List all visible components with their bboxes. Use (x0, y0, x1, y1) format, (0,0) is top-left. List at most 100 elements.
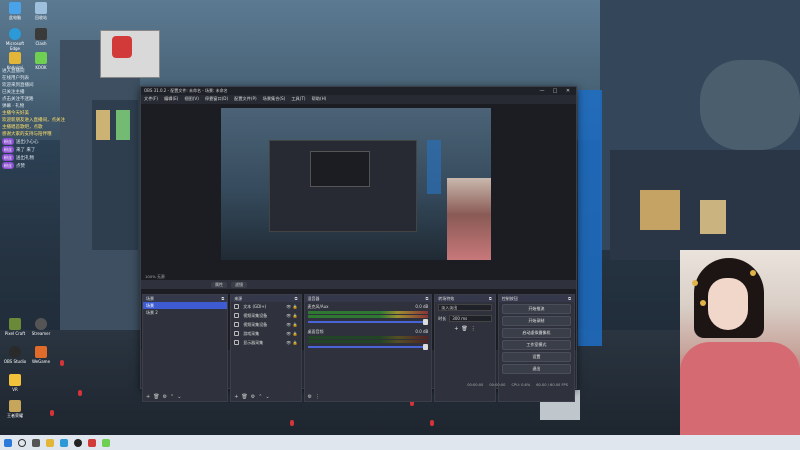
camera-source-icon (234, 313, 240, 318)
chat-line: 主播唱首歌吧，点歌 (2, 124, 88, 131)
settings-button[interactable]: 设置 (501, 352, 571, 362)
start-icon[interactable] (4, 438, 12, 447)
desktop-icon-streamer[interactable]: Streamer (28, 318, 54, 336)
trash-icon[interactable]: 🗑 (153, 394, 159, 400)
desktop-icon-honor-of-kings[interactable]: 王者荣耀 (2, 400, 28, 419)
app-icon[interactable] (102, 438, 110, 447)
app-icon[interactable] (88, 438, 96, 447)
source-label: 文本 (GDI+) (243, 304, 267, 309)
volume-slider[interactable] (307, 319, 429, 325)
scene-item[interactable]: 场景 (143, 302, 228, 309)
dock-undock-icon[interactable]: ⧉ (489, 296, 492, 301)
add-icon[interactable]: + (234, 394, 238, 400)
visibility-lock-icon[interactable]: 👁 🔒 (286, 338, 297, 347)
dock-title: 场景 (146, 295, 154, 301)
channel-header: 麦克风/Aux 0.0 dB (308, 304, 429, 310)
menu-profile[interactable]: 配置文件(P) (234, 96, 257, 102)
properties-button[interactable]: 属性 (211, 281, 227, 288)
visibility-lock-icon[interactable]: 👁 🔒 (286, 311, 297, 320)
fan-badge: 粉丝 (2, 146, 14, 153)
menu-scene-collection[interactable]: 场景集合(S) (263, 96, 286, 102)
obs-preview-area[interactable]: 100% 无源 属性 滤镜 场景 ⧉ 场景 场景 2 + 🗑 ⚙ ⌃ ⌄ 来源 … (141, 104, 576, 402)
source-item[interactable]: 游戏采集 👁 🔒 (231, 329, 300, 338)
desktop-icon-wegame[interactable]: WeGame (28, 346, 54, 364)
file-explorer-icon[interactable] (46, 438, 54, 447)
maximize-button[interactable]: □ (550, 87, 560, 95)
obs-title-bar[interactable]: OBS 31.0.2 - 配置文件: 未命名 - 场景: 未命名 — □ ✕ (141, 87, 576, 95)
duration-input[interactable]: 300 ms (449, 315, 492, 322)
visibility-lock-icon[interactable]: 👁 🔒 (286, 329, 297, 338)
start-recording-button[interactable]: 开始录制 (501, 316, 571, 326)
menu-help[interactable]: 帮助(H) (312, 96, 327, 102)
source-item[interactable]: 视频采集设备 👁 🔒 (231, 311, 300, 320)
desktop-icon-edge[interactable]: Microsoft Edge (2, 28, 28, 51)
trash-icon[interactable]: 🗑 (461, 326, 467, 332)
vr-icon (9, 374, 21, 386)
preview-canvas[interactable] (221, 108, 491, 260)
start-streaming-button[interactable]: 开始推流 (501, 304, 571, 314)
nested-obs-capture (269, 140, 417, 232)
search-icon[interactable] (18, 438, 26, 447)
source-item[interactable]: 视频采集设备 👁 🔒 (231, 320, 300, 329)
volume-slider[interactable] (307, 344, 429, 350)
virtual-camera-button[interactable]: 启动虚拟摄像机 (501, 328, 571, 338)
desktop-icon-recycle-bin[interactable]: 回收站 (28, 2, 54, 21)
mixer-channels: 麦克风/Aux 0.0 dB 桌面音频 0.0 dB (305, 302, 432, 393)
desktop-icon-vr[interactable]: VR (2, 374, 28, 392)
chat-line: 主播今天好美 (2, 110, 88, 117)
minimize-button[interactable]: — (537, 87, 547, 95)
trash-icon[interactable]: 🗑 (241, 394, 247, 400)
visibility-lock-icon[interactable]: 👁 🔒 (286, 320, 297, 329)
move-up-icon[interactable]: ⌃ (170, 394, 174, 400)
add-icon[interactable]: + (454, 326, 458, 332)
transition-select[interactable]: 淡入淡出 (438, 304, 492, 311)
kook-icon (35, 52, 47, 64)
move-down-icon[interactable]: ⌄ (177, 394, 181, 400)
close-button[interactable]: ✕ (563, 87, 573, 95)
obs-icon[interactable] (74, 438, 82, 447)
settings-icon[interactable]: ⚙ (308, 394, 312, 400)
scene-item[interactable]: 场景 2 (143, 309, 227, 316)
chat-text: 主播唱首歌吧，点歌 (2, 125, 43, 130)
gear-icon[interactable]: ⚙ (251, 394, 255, 400)
transition-buttons: + 🗑 ⋮ (435, 324, 494, 334)
desktop-icon-pixel-craft[interactable]: Pixel Craft (2, 318, 28, 336)
wallpaper-lantern (50, 410, 54, 416)
webcam-capture (447, 178, 491, 260)
dock-undock-icon[interactable]: ⧉ (221, 296, 224, 301)
source-item[interactable]: 文本 (GDI+) 👁 🔒 (231, 302, 300, 311)
desktop-icon-label: Pixel Craft (4, 331, 26, 336)
more-icon[interactable]: ⋮ (471, 326, 476, 332)
desktop-icon-clash[interactable]: Clash (28, 28, 54, 46)
menu-docks[interactable]: 停靠窗口(D) (205, 96, 228, 102)
sources-footer: + 🗑 ⚙ ⌃ ⌄ (231, 393, 300, 401)
edge-browser-icon[interactable] (60, 438, 68, 447)
desktop-icon-label: Streamer (31, 331, 51, 336)
menu-view[interactable]: 视图(V) (184, 96, 199, 102)
dock-undock-icon[interactable]: ⧉ (425, 296, 428, 301)
wallpaper-lantern (60, 360, 64, 366)
desktop-icon-obs-studio[interactable]: OBS Studio (2, 346, 28, 364)
move-up-icon[interactable]: ⌃ (258, 394, 262, 400)
mixer-dock-header: 混音器 ⧉ (304, 295, 432, 302)
filters-button[interactable]: 滤镜 (231, 281, 247, 288)
gear-icon[interactable]: ⚙ (163, 394, 167, 400)
studio-mode-button[interactable]: 工作室模式 (501, 340, 571, 350)
visibility-lock-icon[interactable]: 👁 🔒 (286, 302, 297, 311)
source-item[interactable]: 显示器采集 👁 🔒 (231, 338, 300, 347)
task-view-icon[interactable] (32, 438, 40, 447)
more-icon[interactable]: ⋮ (315, 394, 320, 400)
chat-line: 已关注主播 (2, 89, 88, 96)
desktop-icon-label: Microsoft Edge (5, 41, 25, 51)
dock-undock-icon[interactable]: ⧉ (295, 296, 298, 301)
exit-button[interactable]: 退出 (501, 364, 571, 374)
menu-tools[interactable]: 工具(T) (291, 96, 305, 102)
channel-db: 0.0 dB (415, 329, 429, 334)
dock-undock-icon[interactable]: ⧉ (568, 296, 571, 301)
menu-file[interactable]: 文件(F) (144, 96, 158, 102)
background-window[interactable] (578, 90, 602, 346)
move-down-icon[interactable]: ⌄ (265, 394, 269, 400)
desktop-icon-this-pc[interactable]: 此电脑 (2, 2, 28, 21)
menu-edit[interactable]: 编辑(E) (164, 96, 178, 102)
add-icon[interactable]: + (146, 394, 150, 400)
